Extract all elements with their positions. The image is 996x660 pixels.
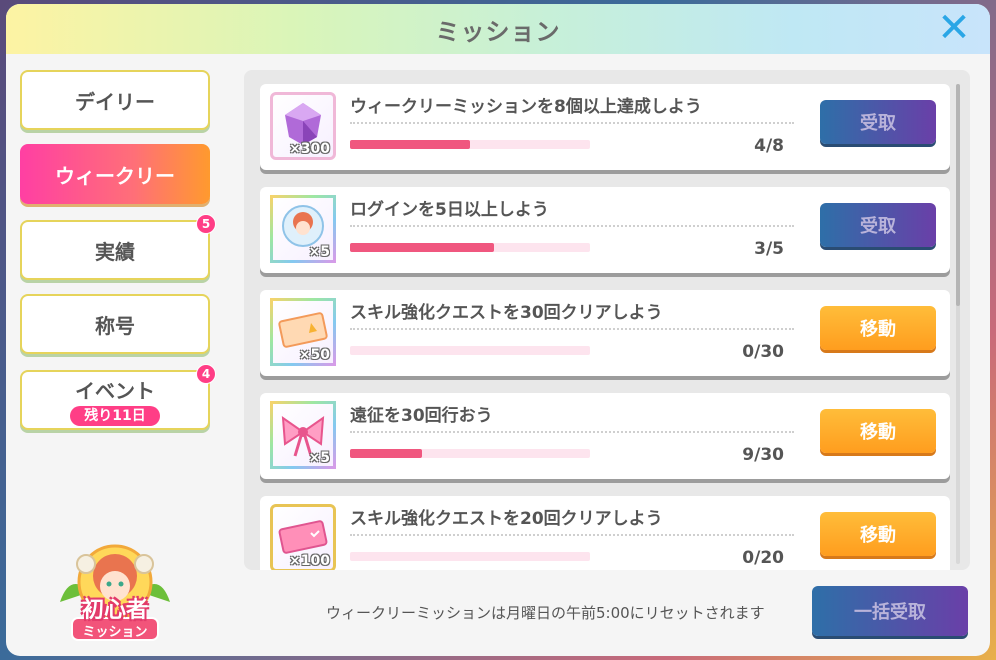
gem-icon: ×300 xyxy=(270,92,336,160)
mission-text: スキル強化クエストを30回クリアしよう xyxy=(350,303,663,323)
close-icon[interactable]: ✕ xyxy=(936,8,972,48)
progress-bar xyxy=(350,552,590,561)
mission-card: ×5 ログインを5日以上しよう 3/5 受取 xyxy=(260,187,950,273)
move-button[interactable]: 移動 xyxy=(820,306,936,350)
ticket-icon: ×100 xyxy=(270,504,336,570)
beginner-sub: ミッション xyxy=(82,625,148,640)
divider xyxy=(350,225,794,227)
progress-fill xyxy=(350,449,422,458)
reward-qty: ×300 xyxy=(289,141,330,157)
tab-label: 称号 xyxy=(95,313,135,338)
page-title: ミッション xyxy=(435,18,561,46)
tab-daily[interactable]: デイリー xyxy=(20,70,210,130)
mission-text: ウィークリーミッションを8個以上達成しよう xyxy=(350,97,702,117)
beginner-title: 初心者 xyxy=(81,598,148,623)
reset-note: ウィークリーミッションは月曜日の午前5:00にリセットされます xyxy=(326,604,765,622)
mission-card: ×50 スキル強化クエストを30回クリアしよう 0/30 移動 xyxy=(260,290,950,376)
divider xyxy=(350,328,794,330)
mission-card: ×100 スキル強化クエストを20回クリアしよう 0/20 移動 xyxy=(260,496,950,570)
character-ticket-icon: ×5 xyxy=(270,195,336,263)
receive-button[interactable]: 受取 xyxy=(820,203,936,247)
tab-label: ウィークリー xyxy=(55,163,175,188)
mission-panel: ミッション ✕ デイリー ウィークリー 実績 5 称号 イベント 残り11日 4… xyxy=(6,4,990,656)
tab-label: 実績 xyxy=(95,239,135,264)
divider xyxy=(350,534,794,536)
progress-bar xyxy=(350,243,590,252)
reward-qty: ×100 xyxy=(289,553,330,569)
notification-badge: 5 xyxy=(196,214,216,234)
tab-event[interactable]: イベント 残り11日 4 xyxy=(20,364,216,430)
notification-badge: 4 xyxy=(196,364,216,384)
mission-text: 遠征を30回行おう xyxy=(350,406,493,426)
tab-label: デイリー xyxy=(75,89,155,114)
divider xyxy=(350,122,794,124)
tab-weekly[interactable]: ウィークリー xyxy=(20,144,210,204)
progress-count: 0/30 xyxy=(742,342,784,362)
progress-fill xyxy=(350,243,494,252)
progress-bar xyxy=(350,449,590,458)
mission-text: ログインを5日以上しよう xyxy=(350,200,549,220)
receive-button[interactable]: 受取 xyxy=(820,100,936,144)
days-left-badge: 残り11日 xyxy=(70,405,160,426)
progress-count: 3/5 xyxy=(754,239,784,259)
skill-ticket-icon: ×50 xyxy=(270,298,336,366)
scrollbar-thumb[interactable] xyxy=(956,84,960,306)
progress-count: 9/30 xyxy=(742,445,784,465)
progress-count: 0/20 xyxy=(742,548,784,568)
divider xyxy=(350,431,794,433)
beginner-mission-button[interactable]: 初心者 ミッション xyxy=(50,532,180,652)
mission-text: スキル強化クエストを20回クリアしよう xyxy=(350,509,663,529)
reward-qty: ×5 xyxy=(308,244,330,260)
progress-fill xyxy=(350,140,470,149)
tab-achievements[interactable]: 実績 5 xyxy=(20,214,216,280)
bulk-receive-button[interactable]: 一括受取 xyxy=(812,586,968,636)
reward-qty: ×50 xyxy=(298,347,330,363)
reward-qty: ×5 xyxy=(308,450,330,466)
progress-bar xyxy=(350,140,590,149)
move-button[interactable]: 移動 xyxy=(820,512,936,556)
tab-label: イベント xyxy=(75,378,155,403)
mission-card: ×5 遠征を30回行おう 9/30 移動 xyxy=(260,393,950,479)
title-bar: ミッション ✕ xyxy=(6,4,990,54)
ribbon-icon: ×5 xyxy=(270,401,336,469)
move-button[interactable]: 移動 xyxy=(820,409,936,453)
mission-card: ×300 ウィークリーミッションを8個以上達成しよう 4/8 受取 xyxy=(260,84,950,170)
tab-titles[interactable]: 称号 xyxy=(20,294,210,354)
mission-list[interactable]: ×300 ウィークリーミッションを8個以上達成しよう 4/8 受取 ×5 ログイ… xyxy=(244,70,970,570)
progress-count: 4/8 xyxy=(754,136,784,156)
progress-bar xyxy=(350,346,590,355)
